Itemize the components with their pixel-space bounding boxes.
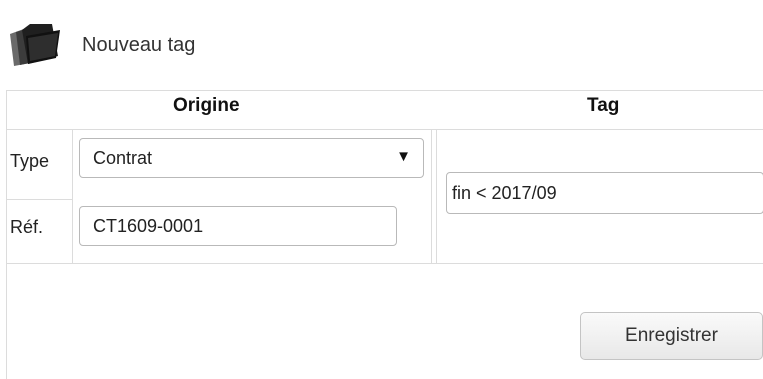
page-header: Nouveau tag xyxy=(6,18,195,72)
body-divider xyxy=(7,263,763,264)
column-divider-left xyxy=(431,129,432,263)
column-divider-right xyxy=(436,129,437,263)
header-divider xyxy=(7,129,763,130)
save-button[interactable]: Enregistrer xyxy=(580,312,763,360)
tag-form: Origine Tag Type Contrat ▼ Réf. CT1609-0… xyxy=(6,90,763,379)
dropdown-arrow-icon: ▼ xyxy=(396,148,411,165)
page-title: Nouveau tag xyxy=(82,33,196,56)
tag-column-header: Tag xyxy=(587,95,620,116)
origine-column-header: Origine xyxy=(173,95,240,116)
label-column-divider xyxy=(72,129,73,263)
row-divider xyxy=(7,199,72,200)
type-select-value: Contrat xyxy=(93,147,153,168)
tag-input[interactable]: fin < 2017/09 xyxy=(446,172,763,214)
ref-label: Réf. xyxy=(10,217,44,237)
ref-input[interactable]: CT1609-0001 xyxy=(79,206,397,246)
folder-stack-icon xyxy=(10,24,60,66)
type-select[interactable]: Contrat ▼ xyxy=(79,138,424,178)
type-label: Type xyxy=(10,151,50,171)
